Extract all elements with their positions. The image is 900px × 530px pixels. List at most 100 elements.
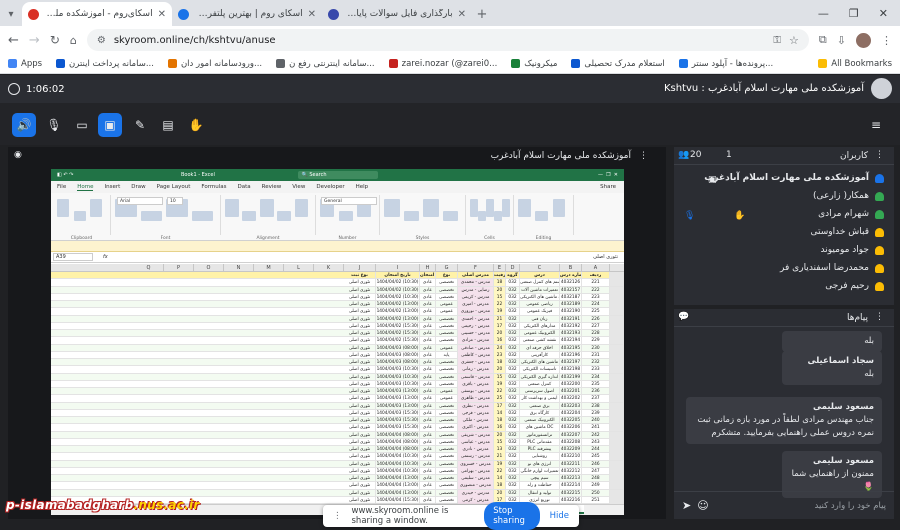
table-cell[interactable]: ترانسفورماتور <box>520 431 560 439</box>
table-cell[interactable]: 032 <box>506 431 520 439</box>
table-cell[interactable]: کارگاه برق <box>520 409 560 417</box>
table-cell[interactable]: عادی <box>420 388 436 395</box>
table-cell[interactable]: 032 <box>506 409 520 417</box>
table-cell[interactable]: 221 <box>582 279 610 287</box>
table-cell[interactable]: تخصصی <box>436 417 458 424</box>
table-cell[interactable]: 4032213 <box>560 475 582 482</box>
table-cell[interactable]: 1404/04/04 (10:30) <box>376 467 420 475</box>
user-list-item[interactable]: رحیم فرجی <box>825 277 884 295</box>
table-cell[interactable]: 241 <box>582 424 610 432</box>
raise-hand-icon[interactable]: ✋ <box>184 113 208 137</box>
ribbon-button-icon[interactable] <box>423 199 439 217</box>
column-header[interactable]: G <box>436 264 458 272</box>
table-cell[interactable]: 4032207 <box>560 431 582 439</box>
table-row[interactable]: 245 4032210 روشنایی 032 21 مدرس - رستمی تخصصی ع… <box>51 453 624 461</box>
bookmark-item[interactable]: پرونده‌ها - آپلود سنتر... <box>678 59 773 69</box>
ribbon-button-icon[interactable] <box>242 211 257 221</box>
table-cell[interactable]: 032 <box>506 417 520 424</box>
table-cell[interactable]: 4032197 <box>560 359 582 366</box>
table-cell[interactable]: 22 <box>494 301 506 308</box>
table-cell[interactable]: 21 <box>494 453 506 461</box>
table-cell[interactable]: 18 <box>494 417 506 424</box>
table-row[interactable]: 229 4032194 نقشه کشی صنعتی 032 16 مدرس - مراد… <box>51 337 624 345</box>
table-cell[interactable]: 032 <box>506 330 520 337</box>
excel-menu-item[interactable]: Developer <box>316 184 344 190</box>
table-row[interactable]: 248 4032213 سیم پیچی 032 14 مدرس - سلیمی تخصصی… <box>51 475 624 483</box>
table-cell[interactable]: مدرس - صادقی <box>458 344 494 352</box>
table-cell[interactable]: عادی <box>420 489 436 497</box>
ribbon-button-icon[interactable] <box>502 199 510 217</box>
table-cell[interactable]: عادی <box>420 417 436 424</box>
table-cell[interactable]: کارآفرینی <box>520 351 560 359</box>
bookmark-item[interactable]: ورودسامانه امور دان... <box>167 59 262 69</box>
table-cell[interactable]: 1404/04/04 (08:00) <box>376 438 420 446</box>
table-cell[interactable]: 20 <box>494 489 506 497</box>
table-cell[interactable]: 032 <box>506 402 520 410</box>
excel-menu-item[interactable]: Formulas <box>201 184 226 190</box>
table-cell[interactable]: 032 <box>506 351 520 359</box>
excel-menu-item[interactable]: Review <box>262 184 282 190</box>
table-cell[interactable]: 245 <box>582 453 610 461</box>
table-row[interactable]: 236 4032201 اصول سرپرستی 032 22 مدرس - یوسفی ع… <box>51 388 624 396</box>
table-cell[interactable]: پایه <box>436 351 458 359</box>
ribbon-button-icon[interactable] <box>442 211 458 221</box>
table-cell[interactable]: 032 <box>506 337 520 345</box>
table-cell[interactable]: عادی <box>420 373 436 381</box>
table-cell[interactable]: تئوری اصلی <box>344 315 376 323</box>
column-header[interactable]: I <box>376 264 420 272</box>
table-row[interactable]: 237 4032202 ایمنی و بهداشت کار 032 25 مدرس - … <box>51 395 624 403</box>
table-row[interactable]: 227 4032192 مدارهای الکتریکی 032 17 مدرس - رح… <box>51 322 624 330</box>
table-cell[interactable]: تئوری اصلی <box>344 431 376 439</box>
table-cell[interactable]: 15 <box>494 373 506 381</box>
table-cell[interactable]: عادی <box>420 366 436 374</box>
table-cell[interactable]: تخصصی <box>436 431 458 439</box>
table-cell[interactable]: تخصصی <box>436 322 458 330</box>
table-cell[interactable]: 1404/04/04 (15:30) <box>376 496 420 504</box>
table-row[interactable]: 241 4032206 ماشین های DC 032 16 مدرس - اکبری ت… <box>51 424 624 432</box>
table-cell[interactable]: 4032200 <box>560 380 582 388</box>
table-cell[interactable]: 4032192 <box>560 322 582 330</box>
table-cell[interactable]: 032 <box>506 293 520 301</box>
table-cell[interactable]: سیم پیچی <box>520 475 560 482</box>
table-cell[interactable]: 4032196 <box>560 351 582 359</box>
table-cell[interactable]: مدرس - باقری <box>458 380 494 388</box>
table-cell[interactable]: مدرس - خسروی <box>458 460 494 468</box>
ribbon-button-icon[interactable] <box>90 199 103 217</box>
table-cell[interactable]: عادی <box>420 496 436 504</box>
table-cell[interactable]: الکترونیک عمومی <box>520 330 560 337</box>
table-cell[interactable]: مدرس - رستمی <box>458 453 494 461</box>
table-cell[interactable]: 1404/04/03 (13:00) <box>376 402 420 410</box>
ribbon-button-icon[interactable] <box>277 211 291 221</box>
table-cell[interactable]: نوع امتحان <box>420 272 436 279</box>
table-cell[interactable]: 4032215 <box>560 489 582 497</box>
table-cell[interactable]: نوع ثبت <box>344 272 376 279</box>
table-row[interactable]: 243 4032208 PLC مقدماتی 032 15 مدرس - عباسی تخ… <box>51 438 624 446</box>
table-cell[interactable]: ریاضی عمومی <box>520 301 560 308</box>
table-cell[interactable]: نوع <box>436 272 458 279</box>
table-row[interactable]: 234 4032199 اندازه گیری الکتریکی 032 15 مدرس … <box>51 373 624 381</box>
table-cell[interactable]: 032 <box>506 482 520 490</box>
menu-dots-icon[interactable]: ⋮ <box>881 34 892 47</box>
table-cell[interactable]: 223 <box>582 293 610 301</box>
table-cell[interactable]: 032 <box>506 380 520 388</box>
table-row[interactable]: 240 4032205 الکترونیک صنعتی 032 18 مدرس - ملک… <box>51 417 624 425</box>
table-cell[interactable]: انرژی های نو <box>520 460 560 468</box>
table-cell[interactable]: مدرس - جعفری <box>458 359 494 366</box>
table-cell[interactable]: 19 <box>494 380 506 388</box>
table-row[interactable]: 2214032126تعمیر و نصب سیستم های کنترل صن… <box>51 279 624 287</box>
table-cell[interactable]: 1404/04/02 (13:00) <box>376 308 420 316</box>
table-cell[interactable]: مدرس - نظری <box>458 402 494 410</box>
table-cell[interactable]: 16 <box>494 424 506 432</box>
table-cell[interactable]: عادی <box>420 344 436 352</box>
table-row[interactable]: 242 4032207 ترانسفورماتور 032 20 مدرس - شریفی… <box>51 431 624 439</box>
table-cell[interactable]: عادی <box>420 482 436 490</box>
table-cell[interactable]: 1404/04/03 (10:30) <box>376 373 420 381</box>
table-cell[interactable]: مدرس - زمانی <box>458 366 494 374</box>
video-options-icon[interactable]: ◉ <box>14 150 22 160</box>
table-cell[interactable]: 4032205 <box>560 417 582 424</box>
user-list-item[interactable]: قباش خداوستی <box>811 223 884 241</box>
table-cell[interactable]: 251 <box>582 496 610 504</box>
table-cell[interactable]: 1404/04/02 (10:30) <box>376 279 420 287</box>
table-row[interactable]: 222 4032157 تعمیرات ماشین آلات 032 20 رضایی -… <box>51 286 624 294</box>
table-row[interactable]: 233 4032198 تاسیسات الکتریکی 032 20 مدرس - زم… <box>51 366 624 374</box>
